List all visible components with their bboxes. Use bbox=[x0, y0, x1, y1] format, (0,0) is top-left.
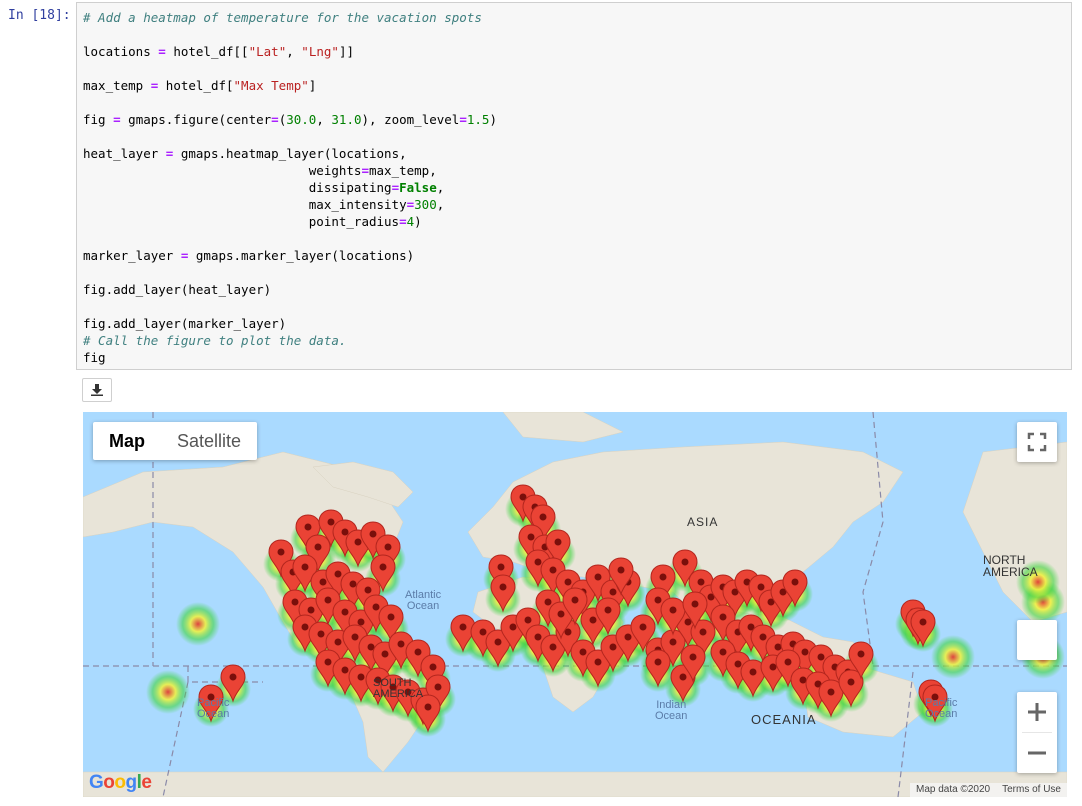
code-token: max_temp bbox=[83, 78, 151, 93]
code-token: ]] bbox=[338, 44, 354, 59]
code-line: heat_layer = gmaps.heatmap_layer(locatio… bbox=[83, 146, 407, 161]
heat-spot bbox=[931, 635, 975, 679]
code-token: = bbox=[271, 112, 279, 127]
code-token: , bbox=[436, 197, 445, 212]
code-line: point_radius=4) bbox=[83, 214, 422, 229]
map-data-attribution[interactable]: Map data ©2020 bbox=[910, 783, 996, 797]
download-button[interactable] bbox=[82, 378, 112, 402]
code-token: 300 bbox=[414, 197, 437, 212]
code-token: = bbox=[361, 163, 369, 178]
code-line: weights=max_temp, bbox=[83, 163, 437, 178]
label-pacific-ocean-right: Pacific Ocean bbox=[925, 697, 958, 720]
zoom-out-icon bbox=[1028, 751, 1046, 755]
code-token: ), zoom_level bbox=[361, 112, 460, 127]
terms-of-use-link[interactable]: Terms of Use bbox=[996, 783, 1067, 797]
code-token: 1.5 bbox=[466, 112, 490, 127]
code-cell[interactable]: # Add a heatmap of temperature for the v… bbox=[76, 2, 1072, 370]
label-indian-ocean: Indian Ocean bbox=[655, 699, 688, 722]
code-token: fig.add_layer(heat_layer) bbox=[83, 282, 272, 297]
label-oceania: OCEANIA bbox=[751, 712, 817, 727]
code-token: dissipating bbox=[83, 180, 392, 195]
code-token: ) bbox=[414, 214, 422, 229]
code-token: # Add a heatmap of temperature for the v… bbox=[83, 10, 482, 25]
pegman-icon bbox=[1017, 620, 1057, 660]
code-token: = bbox=[406, 197, 415, 212]
code-token: 31.0 bbox=[331, 112, 362, 127]
code-token: gmaps.marker_layer(locations) bbox=[188, 248, 415, 263]
code-token: heat_layer bbox=[83, 146, 166, 161]
code-token: 30.0 bbox=[286, 112, 317, 127]
code-token: fig.add_layer(marker_layer) bbox=[83, 316, 287, 331]
label-pacific-ocean-left: Pacific Ocean bbox=[197, 697, 230, 720]
code-line: dissipating=False, bbox=[83, 180, 445, 195]
code-token: locations bbox=[83, 44, 159, 59]
code-token: "Lng" bbox=[301, 44, 339, 59]
code-line: marker_layer = gmaps.marker_layer(locati… bbox=[83, 248, 414, 263]
code-token: weights bbox=[83, 163, 362, 178]
code-token: hotel_df[[ bbox=[165, 44, 249, 59]
heat-spot bbox=[146, 670, 190, 714]
heat-spot bbox=[176, 602, 220, 646]
code-line: fig.add_layer(marker_layer) bbox=[83, 316, 286, 331]
label-south-america: SOUTH AMERICA bbox=[373, 677, 424, 700]
code-token: ] bbox=[308, 78, 317, 93]
code-line: # Add a heatmap of temperature for the v… bbox=[83, 10, 482, 25]
code-token: max_temp, bbox=[368, 163, 437, 178]
google-logo[interactable]: Google bbox=[89, 772, 152, 794]
map-type-map-button[interactable]: Map bbox=[93, 422, 161, 460]
code-line: max_temp = hotel_df["Max Temp"] bbox=[83, 78, 316, 93]
map-canvas[interactable] bbox=[83, 412, 1067, 797]
code-token: gmaps.figure(center bbox=[120, 112, 272, 127]
zoom-control bbox=[1017, 692, 1057, 773]
zoom-in-button[interactable] bbox=[1017, 692, 1057, 732]
code-token: fig bbox=[83, 112, 114, 127]
code-line: fig = gmaps.figure(center=(30.0, 31.0), … bbox=[83, 112, 497, 127]
zoom-out-button[interactable] bbox=[1017, 733, 1057, 773]
map-type-control: Map Satellite bbox=[93, 422, 258, 460]
code-line: fig bbox=[83, 350, 106, 365]
code-token: marker_layer bbox=[83, 248, 181, 263]
code-line: locations = hotel_df[["Lat", "Lng"]] bbox=[83, 44, 354, 59]
cell-prompt: In [18]: bbox=[8, 8, 71, 23]
code-token: = bbox=[459, 112, 467, 127]
map-footer: Map data ©2020 Terms of Use bbox=[910, 783, 1067, 797]
code-token: ) bbox=[489, 112, 497, 127]
download-icon bbox=[91, 384, 103, 396]
code-token: False bbox=[399, 180, 437, 195]
code-token: , bbox=[286, 44, 302, 59]
code-line: max_intensity=300, bbox=[83, 197, 444, 212]
code-token: point_radius bbox=[83, 214, 400, 229]
code-token: , bbox=[316, 112, 332, 127]
code-token: # Call the figure to plot the data. bbox=[83, 333, 347, 348]
code-token: 4 bbox=[406, 214, 415, 229]
code-token: fig bbox=[83, 350, 106, 365]
code-token: = bbox=[113, 112, 121, 127]
pegman-button[interactable] bbox=[1017, 620, 1057, 660]
map-widget[interactable]: ASIA Atlantic Ocean Indian Ocean Pacific… bbox=[83, 412, 1067, 797]
fullscreen-icon bbox=[1027, 432, 1047, 452]
code-token: gmaps.heatmap_layer(locations, bbox=[173, 146, 407, 161]
code-token: = bbox=[399, 214, 407, 229]
code-token: "Max Temp" bbox=[233, 78, 309, 93]
code-line: fig.add_layer(heat_layer) bbox=[83, 282, 271, 297]
code-token: "Lat" bbox=[248, 44, 287, 59]
code-editor[interactable]: # Add a heatmap of temperature for the v… bbox=[83, 9, 497, 366]
code-token: max_intensity bbox=[83, 197, 407, 212]
code-token: , bbox=[436, 180, 445, 195]
code-token: = bbox=[391, 180, 400, 195]
label-north-america: NORTH AMERICA bbox=[983, 553, 1038, 579]
code-line: # Call the figure to plot the data. bbox=[83, 333, 346, 348]
zoom-in-icon bbox=[1028, 703, 1046, 721]
code-token: hotel_df[ bbox=[158, 78, 234, 93]
label-atlantic-ocean: Atlantic Ocean bbox=[405, 589, 442, 612]
code-token: = bbox=[158, 44, 166, 59]
fullscreen-button[interactable] bbox=[1017, 422, 1057, 462]
map-type-satellite-button[interactable]: Satellite bbox=[161, 422, 257, 460]
label-asia: ASIA bbox=[687, 515, 719, 529]
